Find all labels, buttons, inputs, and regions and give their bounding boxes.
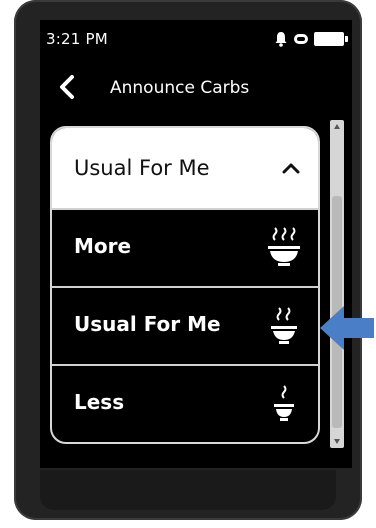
option-label: More [74,234,132,258]
carb-size-dropdown: Usual For Me More Usual For Me Less [50,126,320,444]
device-bezel-bottom [40,470,336,510]
bowl-three-steam-icon [268,227,300,266]
option-label: Less [74,390,125,414]
chevron-left-icon [60,75,74,99]
scroll-down-arrow-icon[interactable] [334,439,340,444]
back-button[interactable] [52,72,82,102]
scroll-up-arrow-icon[interactable] [334,124,340,129]
dropdown-selected-label: Usual For Me [74,156,210,180]
status-bar: 3:21 PM [40,20,352,58]
option-more[interactable]: More [52,208,318,286]
status-time: 3:21 PM [46,30,108,48]
page-title: Announce Carbs [110,78,250,98]
bowl-two-steam-icon [271,307,297,344]
device-screen: 3:21 PM Announce Carbs Usual For Me More… [40,20,352,468]
option-less[interactable]: Less [52,364,318,442]
loop-icon [294,34,308,44]
stage: 3:21 PM Announce Carbs Usual For Me More… [0,0,376,528]
chevron-up-icon [282,163,300,174]
option-label: Usual For Me [74,312,221,336]
status-icons [274,31,348,47]
bowl-one-steam-icon [274,385,294,421]
dropdown-toggle[interactable]: Usual For Me [52,128,318,208]
battery-icon [314,32,348,46]
option-usual-for-me[interactable]: Usual For Me [52,286,318,364]
screen-header: Announce Carbs [40,68,352,108]
arrow-left-icon [320,306,374,350]
bell-icon [275,32,287,47]
scrollbar[interactable] [330,120,344,448]
